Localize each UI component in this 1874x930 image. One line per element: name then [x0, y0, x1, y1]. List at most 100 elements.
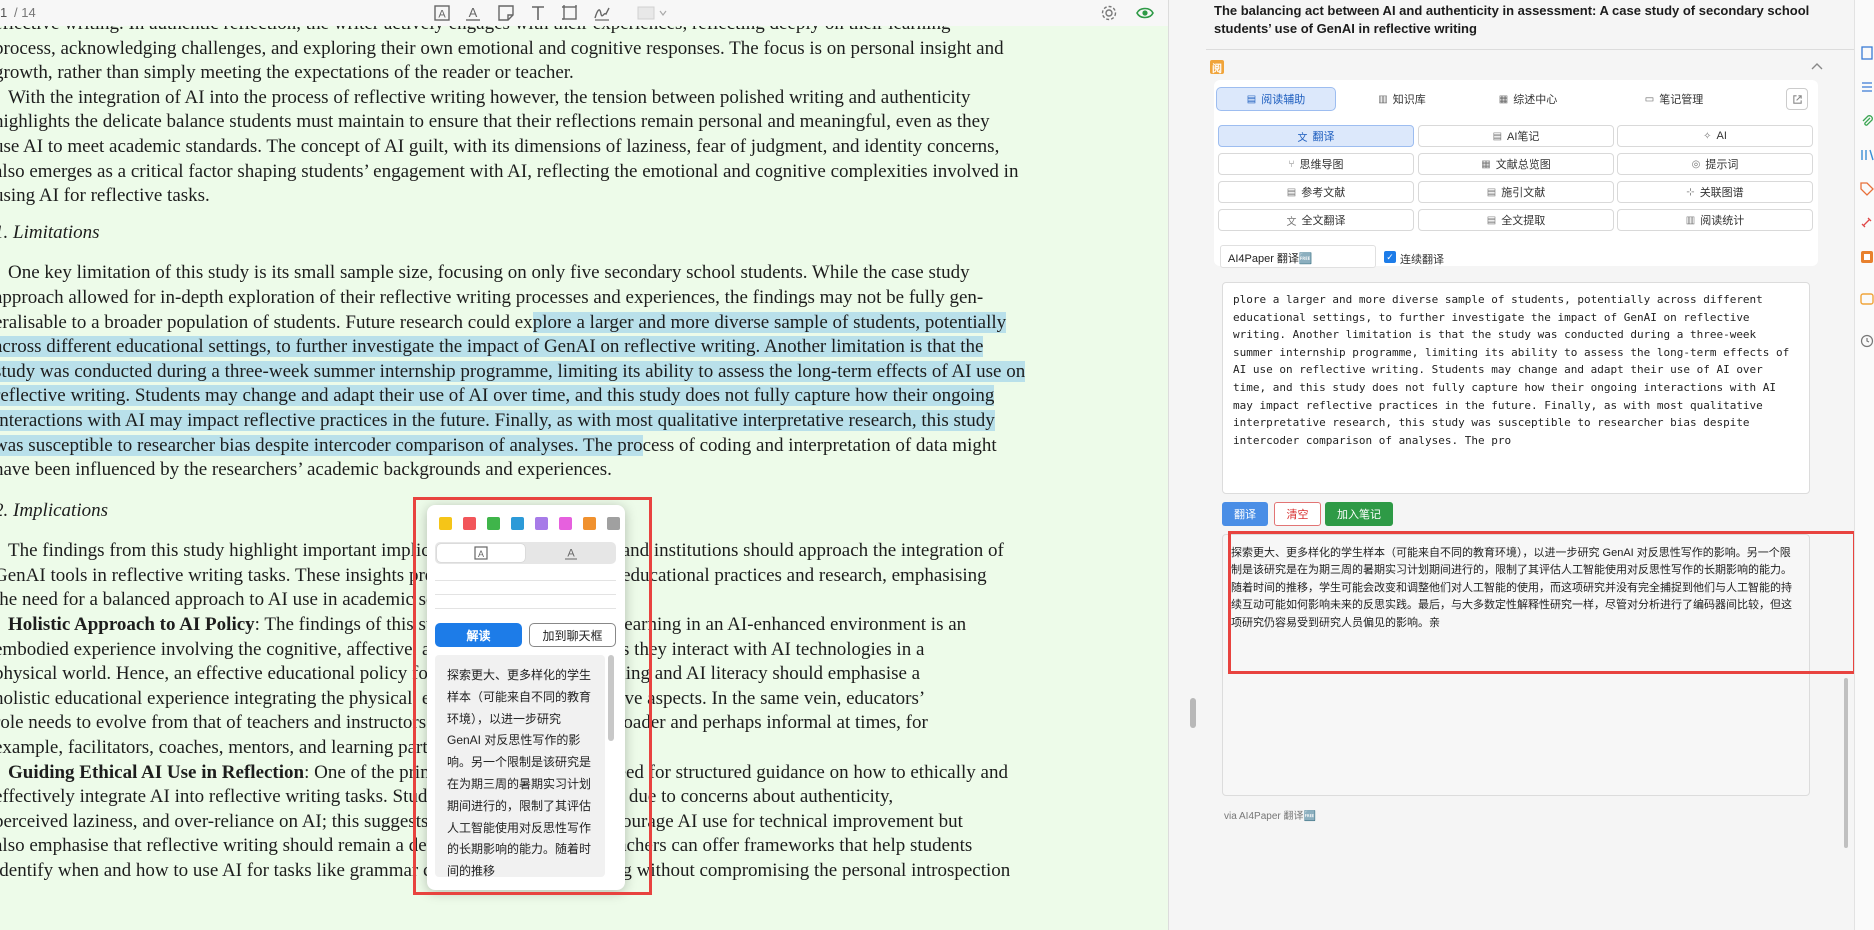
text-line: reflective writing. Students may change …: [0, 384, 1074, 409]
tag-icon[interactable]: [1860, 182, 1874, 196]
color-swatch-gray[interactable]: [607, 517, 620, 530]
translate-icon: 文: [1297, 132, 1308, 144]
text-box-icon[interactable]: A: [432, 3, 452, 23]
feature-label: 全文提取: [1501, 215, 1546, 227]
color-swatch-red[interactable]: [463, 517, 476, 530]
gear-icon[interactable]: [1099, 3, 1119, 23]
explain-button[interactable]: 解读: [435, 623, 522, 647]
feature-label: 参考文献: [1301, 187, 1346, 199]
text-line: have been influenced by the researchers’…: [0, 459, 612, 481]
color-swatch-orange[interactable]: [583, 517, 596, 530]
history-icon[interactable]: [1860, 334, 1874, 348]
feature-ai-note[interactable]: ▤ AI笔记: [1418, 125, 1614, 147]
tab-knowledge-base[interactable]: ▥ 知识库: [1342, 87, 1462, 111]
tab-review-center[interactable]: ▦ 综述中心: [1468, 87, 1588, 111]
splitter-handle[interactable]: [1190, 698, 1196, 728]
svg-text:A: A: [469, 5, 478, 20]
notes-icon: ▭: [1644, 93, 1655, 105]
text-box-icon: A: [474, 546, 488, 560]
signature-icon[interactable]: [592, 3, 612, 23]
feature-full-extract[interactable]: ▤ 全文提取: [1418, 209, 1614, 231]
tab-label: 综述中心: [1513, 94, 1558, 106]
feature-label: AI: [1716, 130, 1727, 142]
color-swatch-pink[interactable]: [559, 517, 572, 530]
feature-label: 全文翻译: [1301, 215, 1346, 227]
collapse-icon[interactable]: [1810, 60, 1824, 74]
grid-icon: ▦: [1481, 158, 1491, 170]
feature-label: 阅读统计: [1700, 215, 1745, 227]
tab-note-management[interactable]: ▭ 笔记管理: [1594, 87, 1754, 111]
note-icon[interactable]: [496, 3, 516, 23]
continuous-translate-checkbox[interactable]: ✓: [1384, 251, 1396, 263]
text-run: : One of the primary implications is the…: [304, 761, 1008, 783]
text-icon[interactable]: [528, 3, 548, 23]
paperclip-icon[interactable]: [1860, 114, 1874, 128]
feature-mind-map[interactable]: ⑂ 思维导图: [1218, 153, 1414, 175]
source-text-area[interactable]: plore a larger and more diverse sample o…: [1222, 282, 1810, 494]
selection-popup: A A 解读 加到聊天框 探索更大、更多样化的学生样本（可能来自不同的教育环境）…: [427, 505, 625, 890]
feature-label: 翻译: [1312, 131, 1335, 143]
panel-scrollbar[interactable]: [1844, 678, 1848, 848]
text-line: across different educational settings, t…: [0, 335, 1074, 360]
feature-translate[interactable]: 文翻译: [1218, 125, 1414, 147]
highlighted-text[interactable]: across different educational settings, t…: [0, 336, 984, 358]
feature-references[interactable]: ▤ 参考文献: [1218, 181, 1414, 203]
translation-engine-select[interactable]: AI4Paper 翻译🆓: [1220, 245, 1376, 268]
highlighted-text[interactable]: interactions with AI may impact reflecti…: [0, 409, 995, 431]
clear-button[interactable]: 清空: [1274, 502, 1321, 526]
area-select-icon[interactable]: [560, 3, 580, 23]
text-line: study was conducted during a three-week …: [0, 360, 1074, 385]
notebook-icon[interactable]: [1860, 292, 1874, 306]
highlighted-text[interactable]: reflective writing. Students may change …: [0, 385, 995, 407]
text-line: interactions with AI may impact reflecti…: [0, 409, 1074, 434]
feature-citing-papers[interactable]: ▤ 施引文献: [1418, 181, 1614, 203]
popup-scrollbar[interactable]: [608, 655, 614, 741]
list-icon[interactable]: [1860, 80, 1874, 94]
text-run: eralisable to a broader population of st…: [0, 311, 533, 333]
translate-button[interactable]: 翻译: [1222, 502, 1268, 526]
eye-icon[interactable]: [1135, 3, 1155, 23]
feature-overview-map[interactable]: ▦ 文献总览图: [1418, 153, 1614, 175]
pdf-toolbar: 1 / 14 A A: [0, 0, 1200, 26]
note-icon: ▤: [1492, 130, 1503, 142]
highlight-color-palette: [439, 517, 620, 530]
feature-full-translate[interactable]: 文全文翻译: [1218, 209, 1414, 231]
divider: [435, 580, 616, 581]
add-note-button[interactable]: 加入笔记: [1325, 502, 1393, 526]
feature-reading-stats[interactable]: ▥ 阅读统计: [1617, 209, 1813, 231]
library-icon[interactable]: [1860, 148, 1874, 162]
document-icon[interactable]: [1860, 46, 1874, 60]
page-number[interactable]: 1: [0, 5, 7, 20]
highlighted-text[interactable]: study was conducted during a three-week …: [0, 360, 1026, 382]
open-external-button[interactable]: [1786, 88, 1808, 110]
text-run: cess of coding and interpretation of dat…: [642, 434, 997, 456]
text-line: also emerges as a critical factor shapin…: [0, 160, 1019, 182]
paper-title: The balancing act between AI and authent…: [1214, 3, 1810, 36]
color-swatch-green[interactable]: [487, 517, 500, 530]
text-line: eralisable to a broader population of st…: [0, 311, 1074, 336]
color-swatch-blue[interactable]: [511, 517, 524, 530]
bold-term: Guiding Ethical AI Use in Reflection: [8, 761, 305, 783]
reading-assist-icon[interactable]: [1860, 250, 1874, 264]
add-to-chat-button[interactable]: 加到聊天框: [529, 623, 616, 647]
feature-prompts[interactable]: ◎ 提示词: [1617, 153, 1813, 175]
feature-label: AI笔记: [1507, 131, 1540, 143]
highlighted-text[interactable]: was susceptible to researcher bias despi…: [0, 434, 643, 456]
divider: [435, 608, 616, 609]
continuous-translate-label: 连续翻译: [1400, 254, 1444, 266]
highlighted-text[interactable]: plore a larger and more diverse sample o…: [532, 311, 1007, 333]
pane-splitter[interactable]: [1168, 0, 1206, 930]
underline-mode-button[interactable]: A: [527, 544, 614, 562]
link-icon[interactable]: [1860, 216, 1874, 230]
document-icon: ▤: [1486, 186, 1497, 198]
feature-ai[interactable]: ✧ AI: [1617, 125, 1813, 147]
translation-output[interactable]: 探索更大、更多样化的学生样本（可能来自不同的教育环境），以进一步研究 GenAI…: [1222, 534, 1810, 796]
color-swatch-yellow[interactable]: [439, 517, 452, 530]
tab-reading-assist[interactable]: ▤ 阅读辅助: [1216, 87, 1336, 111]
feature-relation-graph[interactable]: ⊹ 关联图谱: [1617, 181, 1813, 203]
text-line: eflective writing. In authentic reflecti…: [0, 26, 1074, 37]
color-swatch-purple[interactable]: [535, 517, 548, 530]
highlight-mode-button[interactable]: A: [437, 544, 525, 562]
color-dropdown-icon[interactable]: [636, 3, 670, 23]
text-highlight-icon[interactable]: A: [463, 3, 483, 23]
